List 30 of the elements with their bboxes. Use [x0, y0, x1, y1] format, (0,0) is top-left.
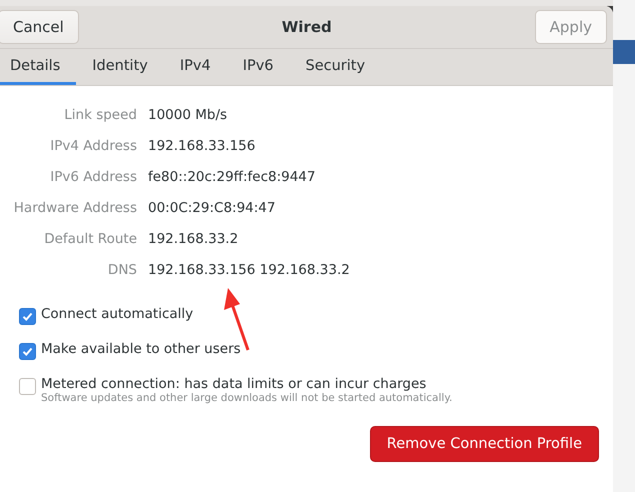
field-value: 00:0C:29:C8:94:47	[148, 199, 276, 218]
checkbox[interactable]	[19, 308, 36, 325]
field-label: Default Route	[43, 230, 137, 249]
tab[interactable]: Identity	[76, 49, 164, 85]
field-value: 10000 Mb/s	[148, 106, 228, 125]
cancel-button[interactable]: Cancel	[0, 10, 79, 44]
checkbox-label: Metered connection: has data limits or can incur charges	[41, 376, 428, 392]
checkbox[interactable]	[19, 378, 36, 395]
tab[interactable]: IPv4	[164, 49, 227, 85]
tab[interactable]: IPv6	[226, 49, 290, 85]
field-value: 192.168.33.156	[148, 137, 256, 156]
check-icon	[22, 311, 33, 322]
field-value: fe80::20c:29ff:fec8:9447	[148, 168, 316, 187]
checkbox-label: Connect automatically	[41, 306, 194, 322]
tab[interactable]: Security	[290, 49, 382, 85]
field-label: Link speed	[63, 106, 137, 125]
field-label: IPv6 Address	[49, 168, 137, 187]
checkbox-label: Make available to other users	[41, 341, 241, 357]
checkbox[interactable]	[19, 343, 36, 360]
field-value: 192.168.33.156 192.168.33.2	[148, 261, 351, 280]
check-icon	[22, 346, 33, 357]
remove-profile-button[interactable]: Remove Connection Profile	[370, 426, 599, 462]
field-label: DNS	[106, 261, 137, 280]
tab[interactable]: Details	[0, 49, 76, 85]
field-label: IPv4 Address	[49, 137, 137, 156]
field-label: Hardware Address	[12, 199, 137, 218]
window-title: Wired	[282, 18, 332, 36]
selected-row	[613, 40, 635, 64]
field-value: 192.168.33.2	[148, 230, 240, 249]
hint-text: Software updates and other large downloads will not be started automatically.	[41, 392, 452, 404]
